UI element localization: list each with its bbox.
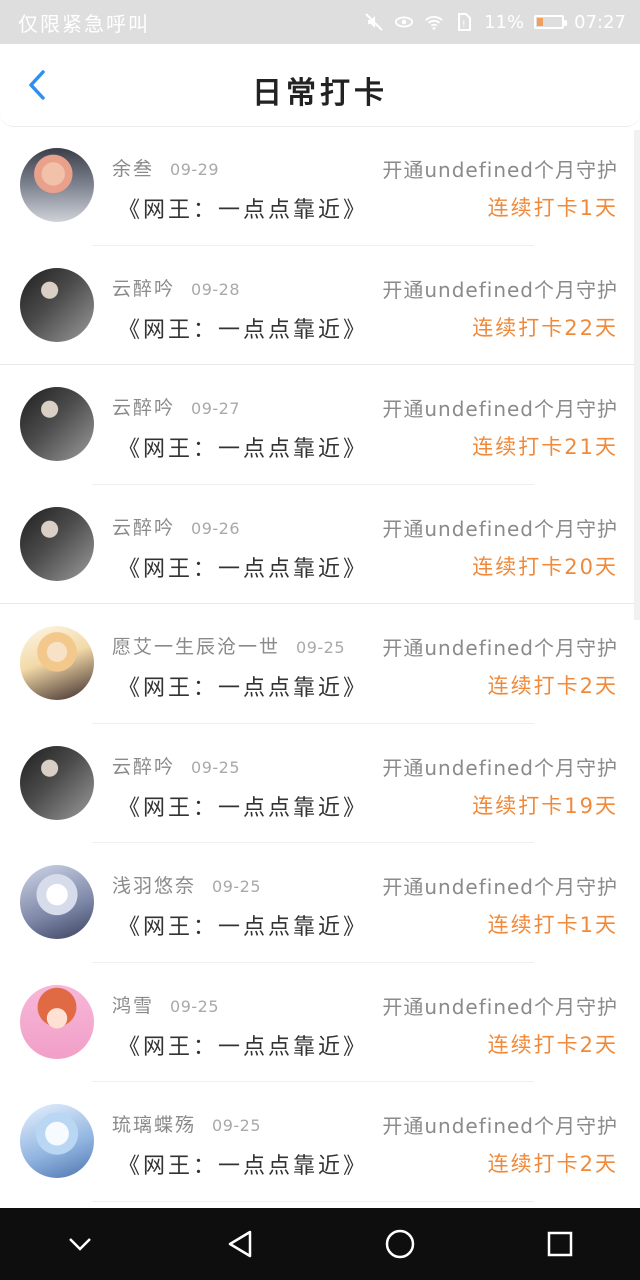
streak-badge: 连续打卡19天	[472, 793, 618, 818]
user-name-text: 云醉吟	[112, 755, 176, 778]
signal-percent: 11%	[484, 11, 525, 33]
streak-badge: 连续打卡2天	[487, 674, 618, 698]
guard-status: 开通undefined个月守护	[382, 875, 618, 899]
list-item[interactable]: 云醉吟 09-26 《网王：一点点靠近》 开通undefined个月守护 连续打卡…	[0, 485, 634, 604]
avatar[interactable]	[20, 984, 94, 1059]
streak-badge: 连续打卡20天	[472, 554, 618, 579]
list-item[interactable]: 鸿雪 09-25 《网王：一点点靠近》 开通undefined个月守护 连续打卡2…	[0, 963, 634, 1082]
guard-status: 开通undefined个月守护	[382, 636, 618, 660]
guard-status: 开通undefined个月守护	[382, 516, 618, 541]
book-title: 《网王：一点点靠近》	[118, 915, 369, 940]
streak-badge: 连续打卡21天	[472, 435, 618, 459]
user-name: 云醉吟 09-25	[112, 752, 240, 779]
back-triangle-icon	[228, 1230, 252, 1258]
page-title: 日常打卡	[252, 76, 388, 111]
streak-badge: 连续打卡22天	[472, 315, 618, 340]
checkin-date: 09-25	[296, 638, 346, 657]
recents-square-icon	[547, 1231, 573, 1257]
user-name: 浅羽悠奈 09-25	[112, 871, 261, 898]
streak-badge: 连续打卡1天	[487, 913, 618, 937]
list-item[interactable]: 琉璃蝶殇 09-25 《网王：一点点靠近》 开通undefined个月守护 连续打…	[0, 1082, 634, 1202]
avatar[interactable]	[20, 387, 94, 461]
guard-status: 开通undefined个月守护	[382, 397, 618, 421]
book-title: 《网王：一点点靠近》	[118, 795, 369, 821]
user-name: 余叁 09-29	[112, 154, 219, 181]
list-item[interactable]: 愿艾一生辰沧一世 09-25 《网王：一点点靠近》 开通undefined个月守护…	[0, 604, 634, 724]
user-name-text: 云醉吟	[112, 397, 176, 419]
checkin-date: 09-25	[170, 996, 220, 1016]
avatar[interactable]	[20, 506, 94, 581]
checkin-date: 09-28	[191, 279, 241, 299]
svg-text:!: !	[462, 20, 466, 30]
system-nav-bar	[0, 1208, 640, 1280]
book-title: 《网王：一点点靠近》	[118, 556, 369, 582]
avatar[interactable]	[20, 626, 94, 700]
user-name: 鸿雪 09-25	[112, 991, 219, 1018]
guard-status: 开通undefined个月守护	[382, 755, 618, 780]
guard-status: 开通undefined个月守护	[382, 994, 618, 1019]
book-title: 《网王：一点点靠近》	[118, 1034, 369, 1060]
scrollbar[interactable]	[634, 130, 640, 620]
battery-level	[537, 18, 544, 26]
checkin-date: 09-25	[191, 757, 241, 777]
app-header: 日常打卡	[0, 44, 640, 127]
book-title: 《网王：一点点靠近》	[118, 676, 369, 701]
nav-recents-button[interactable]	[530, 1214, 590, 1274]
checkin-date: 09-25	[212, 877, 262, 896]
guard-status: 开通undefined个月守护	[382, 277, 618, 302]
wifi-icon	[424, 12, 444, 32]
checkin-date: 09-25	[212, 1116, 262, 1135]
checkin-date: 09-26	[191, 518, 241, 538]
user-name: 云醉吟 09-26	[112, 513, 240, 540]
user-name-text: 云醉吟	[112, 277, 176, 300]
checkin-date: 09-27	[191, 399, 241, 418]
book-title: 《网王：一点点靠近》	[118, 198, 369, 223]
avatar[interactable]	[20, 745, 94, 820]
book-title: 《网王：一点点靠近》	[118, 437, 369, 462]
clock: 07:27	[574, 11, 626, 33]
user-name-text: 鸿雪	[112, 994, 155, 1017]
avatar[interactable]	[20, 1104, 94, 1178]
list-item[interactable]: 浅羽悠奈 09-25 《网王：一点点靠近》 开通undefined个月守护 连续打…	[0, 843, 634, 963]
status-bar: 仅限紧急呼叫 ! 11% 07:27	[0, 0, 640, 44]
book-title: 《网王：一点点靠近》	[118, 1154, 369, 1179]
user-name-text: 愿艾一生辰沧一世	[112, 636, 281, 658]
streak-badge: 连续打卡1天	[487, 196, 618, 220]
nav-collapse-button[interactable]	[50, 1214, 110, 1274]
status-carrier-text: 仅限紧急呼叫	[18, 11, 150, 36]
list-item[interactable]: 云醉吟 09-27 《网王：一点点靠近》 开通undefined个月守护 连续打卡…	[0, 365, 634, 485]
avatar[interactable]	[20, 267, 94, 342]
nav-home-button[interactable]	[370, 1214, 430, 1274]
guard-status: 开通undefined个月守护	[382, 158, 618, 182]
streak-badge: 连续打卡2天	[487, 1032, 618, 1057]
user-name-text: 浅羽悠奈	[112, 875, 197, 897]
user-name: 琉璃蝶殇 09-25	[112, 1110, 261, 1137]
avatar[interactable]	[20, 148, 94, 222]
chevron-down-icon	[69, 1238, 91, 1251]
divider	[92, 1200, 534, 1202]
user-name: 愿艾一生辰沧一世 09-25	[112, 632, 345, 659]
user-name: 云醉吟 09-27	[112, 393, 240, 420]
sim-icon: !	[454, 12, 474, 32]
user-name-text: 琉璃蝶殇	[112, 1114, 197, 1136]
status-icons: ! 11% 07:27	[364, 12, 626, 33]
list-item[interactable]: 云醉吟 09-28 《网王：一点点靠近》 开通undefined个月守护 连续打卡…	[0, 246, 634, 365]
eye-icon	[394, 12, 414, 32]
nav-back-button[interactable]	[210, 1214, 270, 1274]
user-name-text: 余叁	[112, 158, 155, 180]
streak-badge: 连续打卡2天	[487, 1152, 618, 1176]
mute-icon	[364, 12, 384, 32]
user-name-text: 云醉吟	[112, 516, 176, 539]
avatar[interactable]	[20, 865, 94, 939]
list-item[interactable]: 云醉吟 09-25 《网王：一点点靠近》 开通undefined个月守护 连续打卡…	[0, 724, 634, 843]
guard-status: 开通undefined个月守护	[382, 1114, 618, 1138]
home-circle-icon	[385, 1229, 415, 1259]
list-item[interactable]: 余叁 09-29 《网王：一点点靠近》 开通undefined个月守护 连续打卡1…	[0, 126, 634, 246]
battery-icon	[534, 15, 568, 29]
checkin-list[interactable]: 余叁 09-29 《网王：一点点靠近》 开通undefined个月守护 连续打卡1…	[0, 126, 634, 1206]
book-title: 《网王：一点点靠近》	[118, 317, 369, 343]
user-name: 云醉吟 09-28	[112, 274, 240, 301]
checkin-date: 09-29	[170, 160, 220, 179]
